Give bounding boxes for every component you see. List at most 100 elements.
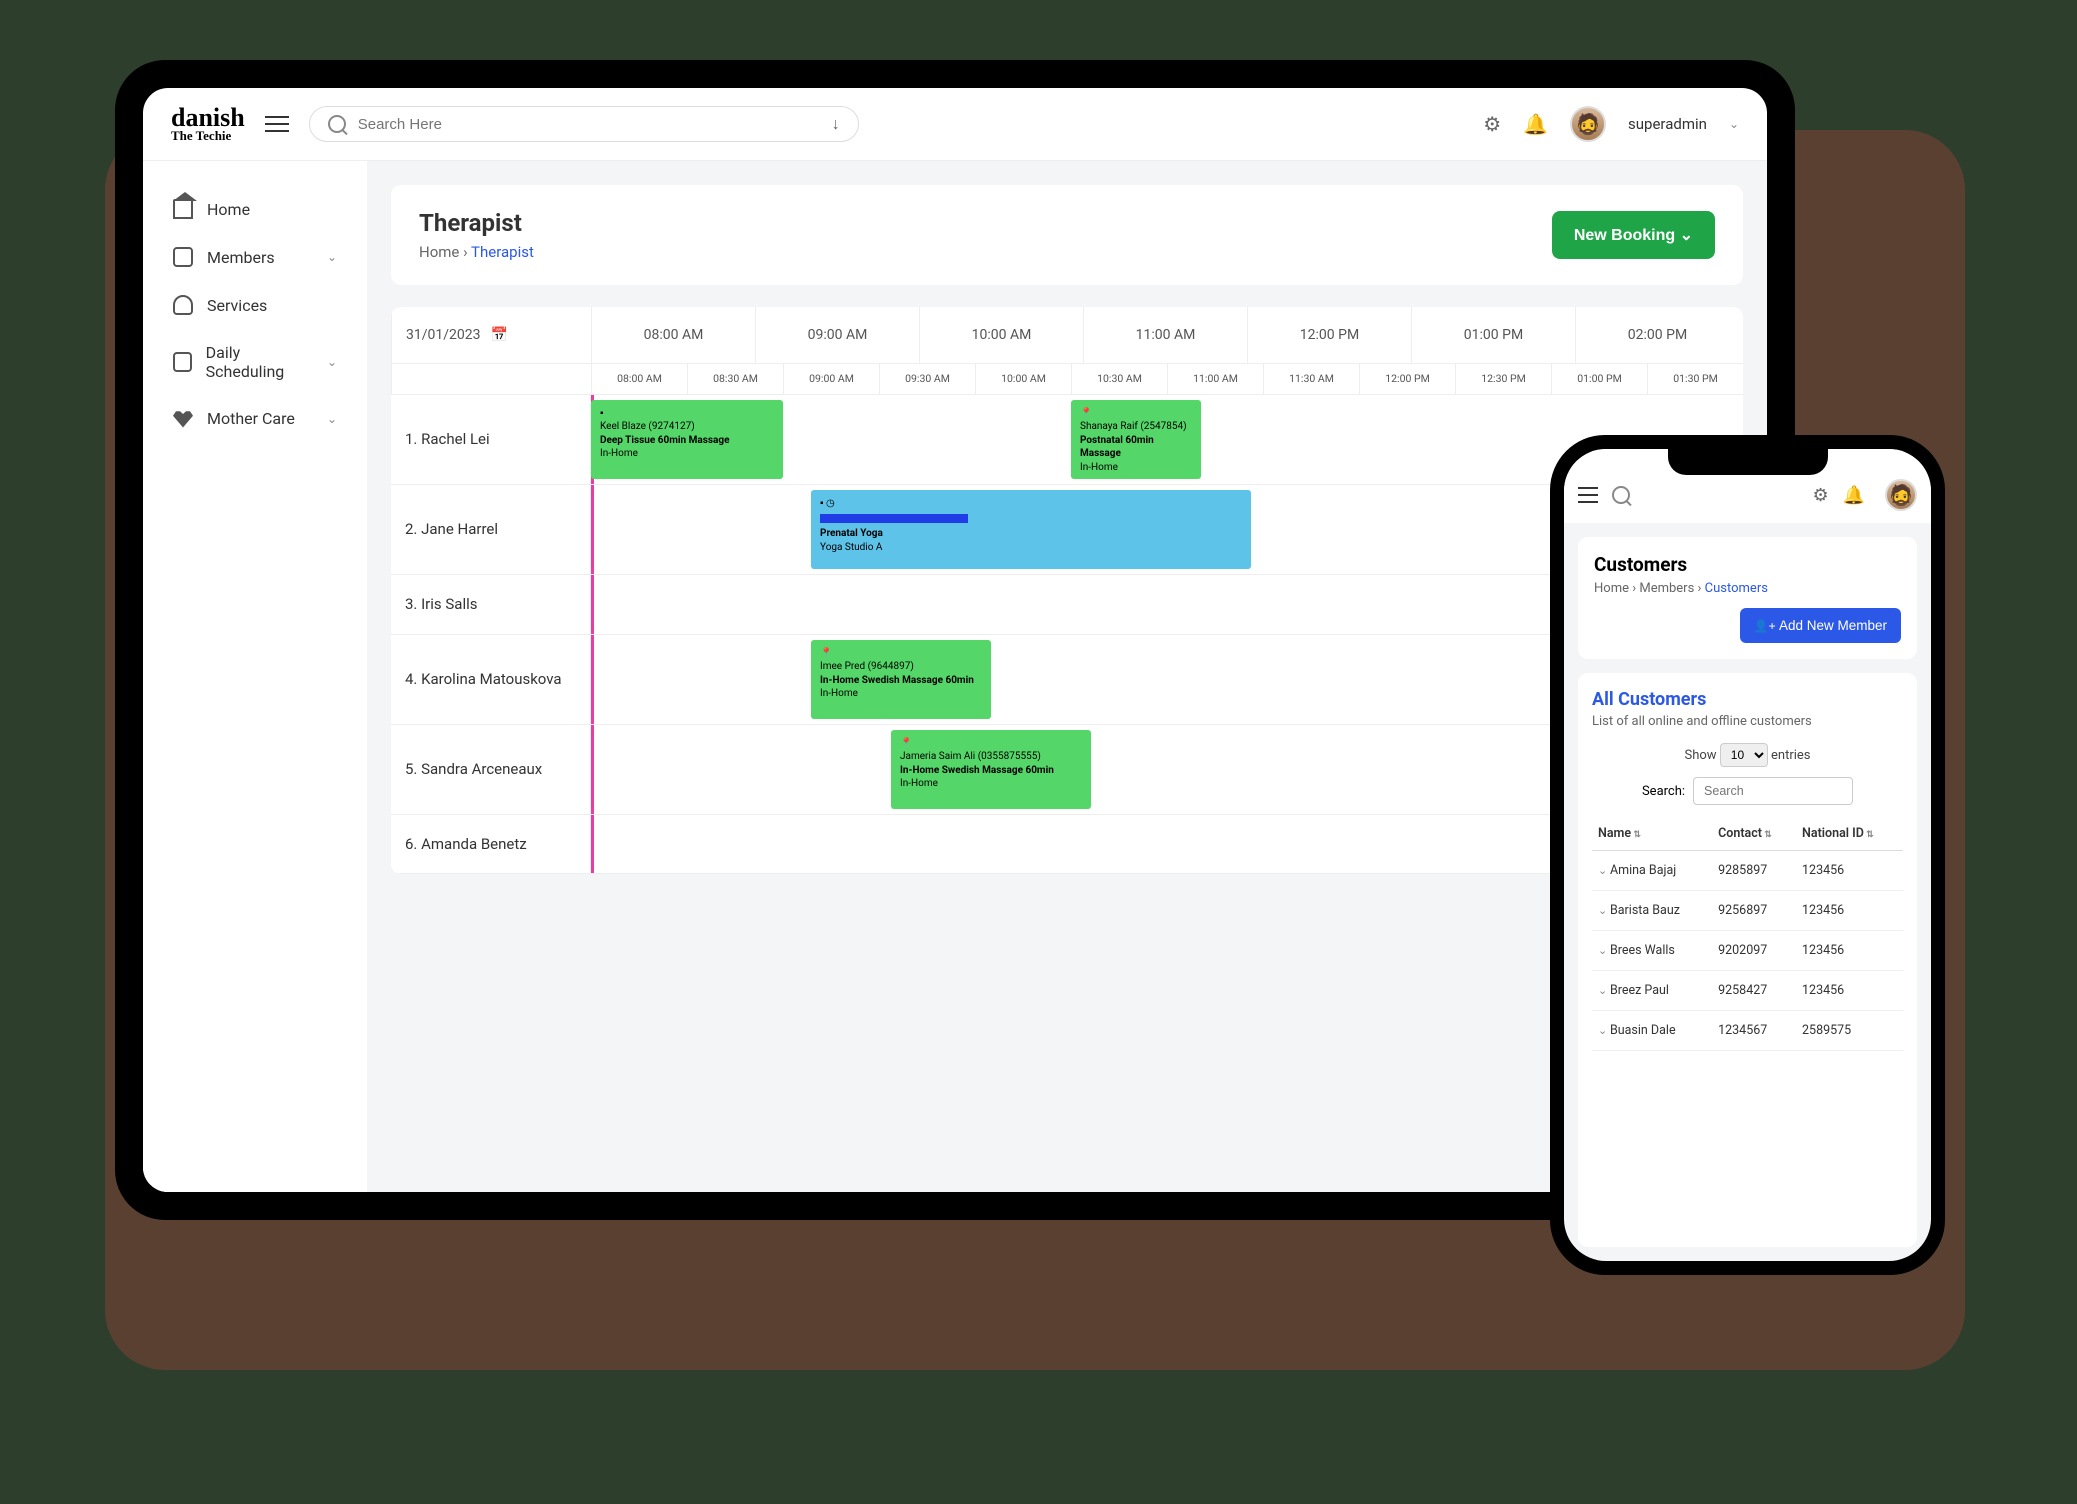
booking-event[interactable]: Shanaya Raif (2547854) Postnatal 60min M… (1071, 400, 1201, 479)
cell-contact: 1234567 (1712, 1011, 1796, 1051)
sidebar-item-home[interactable]: Home (157, 185, 353, 233)
avatar[interactable]: 🧔 (1570, 106, 1606, 142)
event-location: Yoga Studio A (820, 541, 1242, 555)
time-sub: 09:30 AM (879, 364, 975, 394)
phone-notch (1668, 449, 1828, 475)
table-row[interactable]: Amina Bajaj9285897123456 (1592, 851, 1903, 891)
time-sub: 01:00 PM (1551, 364, 1647, 394)
now-indicator (591, 725, 594, 814)
breadcrumb-home[interactable]: Home (419, 243, 459, 261)
time-header: 02:00 PM (1575, 307, 1739, 363)
members-icon (173, 247, 193, 267)
schedule-grid: 31/01/2023 08:00 AM 09:00 AM 10:00 AM 11… (391, 307, 1743, 874)
time-sub: 10:00 AM (975, 364, 1071, 394)
pin-icon (820, 647, 982, 661)
chevron-down-icon: ⌄ (327, 355, 337, 369)
table-search-input[interactable] (1693, 777, 1853, 805)
table-search: Search: (1592, 777, 1903, 805)
chevron-down-icon: ⌄ (327, 412, 337, 426)
menu-toggle-icon[interactable] (1578, 482, 1598, 508)
sidebar-item-mother-care[interactable]: Mother Care ⌄ (157, 395, 353, 442)
avatar[interactable]: 🧔 (1885, 479, 1917, 511)
col-contact[interactable]: Contact (1712, 817, 1796, 851)
time-header: 01:00 PM (1411, 307, 1575, 363)
breadcrumb-current: Customers (1705, 581, 1768, 596)
new-booking-button[interactable]: New Booking ⌄ (1552, 211, 1715, 259)
cell-contact: 9256897 (1712, 891, 1796, 931)
search-input[interactable] (358, 116, 820, 133)
sidebar-item-services[interactable]: Services (157, 281, 353, 329)
time-sub: 08:00 AM (591, 364, 687, 394)
entries-select[interactable]: 10 (1720, 743, 1768, 767)
card-title: All Customers (1592, 689, 1903, 710)
table-row[interactable]: Brees Walls9202097123456 (1592, 931, 1903, 971)
pin-icon (1080, 407, 1192, 421)
booking-event[interactable]: ▪ Keel Blaze (9274127) Deep Tissue 60min… (591, 400, 783, 479)
therapist-name: 3. Iris Salls (391, 575, 591, 634)
event-customer: Jameria Saim Ali (0355875555) (900, 750, 1082, 764)
cell-name: Buasin Dale (1592, 1011, 1712, 1051)
col-nid[interactable]: National ID (1796, 817, 1903, 851)
col-name[interactable]: Name (1592, 817, 1712, 851)
sidebar-item-members[interactable]: Members ⌄ (157, 233, 353, 281)
breadcrumb-members[interactable]: Members (1639, 581, 1694, 596)
services-icon (173, 295, 193, 315)
therapist-name: 1. Rachel Lei (391, 395, 591, 484)
breadcrumb: Home › Members › Customers (1594, 581, 1901, 596)
event-location: In-Home (820, 687, 982, 701)
sidebar-item-daily-scheduling[interactable]: Daily Scheduling ⌄ (157, 329, 353, 395)
therapist-name: 5. Sandra Arceneaux (391, 725, 591, 814)
logo: danish The Techie (171, 107, 245, 140)
add-member-button[interactable]: Add New Member (1740, 608, 1901, 643)
event-title: In-Home Swedish Massage 60min (820, 674, 982, 688)
phone-page-header: Customers Home › Members › Customers Add… (1578, 537, 1917, 659)
search-box[interactable]: ↓ (309, 106, 859, 142)
time-header: 12:00 PM (1247, 307, 1411, 363)
menu-toggle-icon[interactable] (265, 111, 289, 137)
card-subtitle: List of all online and offline customers (1592, 714, 1903, 729)
table-row[interactable]: Breez Paul9258427123456 (1592, 971, 1903, 1011)
time-sub: 12:00 PM (1359, 364, 1455, 394)
table-row[interactable]: Buasin Dale12345672589575 (1592, 1011, 1903, 1051)
cell-contact: 9202097 (1712, 931, 1796, 971)
bell-icon[interactable]: 🔔 (1843, 485, 1865, 506)
page-header: Therapist Home › Therapist New Booking ⌄ (391, 185, 1743, 285)
event-title: In-Home Swedish Massage 60min (900, 764, 1082, 778)
sidebar-item-label: Home (207, 200, 250, 219)
time-sub: 12:30 PM (1455, 364, 1551, 394)
table-row[interactable]: Barista Bauz9256897123456 (1592, 891, 1903, 931)
event-customer: Keel Blaze (9274127) (600, 420, 774, 434)
cell-name: Amina Bajaj (1592, 851, 1712, 891)
chevron-down-icon[interactable]: ⌄ (1729, 117, 1739, 131)
gear-icon[interactable]: ⚙ (1483, 112, 1501, 136)
search-icon[interactable] (1612, 486, 1630, 504)
booking-event[interactable]: Jameria Saim Ali (0355875555) In-Home Sw… (891, 730, 1091, 809)
booking-event[interactable]: ▪ ◷ Prenatal Yoga Yoga Studio A (811, 490, 1251, 569)
time-header: 09:00 AM (755, 307, 919, 363)
bell-icon[interactable]: 🔔 (1523, 112, 1548, 136)
gear-icon[interactable]: ⚙ (1812, 485, 1828, 506)
user-name[interactable]: superadmin (1628, 115, 1707, 133)
cell-contact: 9258427 (1712, 971, 1796, 1011)
schedule-row: 6. Amanda Benetz (391, 815, 1743, 874)
booking-event[interactable]: Imee Pred (9644897) In-Home Swedish Mass… (811, 640, 991, 719)
time-sub: 01:30 PM (1647, 364, 1743, 394)
cell-contact: 9285897 (1712, 851, 1796, 891)
page-title: Therapist (419, 209, 534, 237)
entries-selector: Show 10 entries (1592, 743, 1903, 767)
breadcrumb-home[interactable]: Home (1594, 581, 1629, 596)
cell-nid: 123456 (1796, 971, 1903, 1011)
search-icon (328, 115, 346, 133)
schedule-header-minor: 08:00 AM 08:30 AM 09:00 AM 09:30 AM 10:0… (391, 364, 1743, 395)
sidebar-item-label: Members (207, 248, 275, 267)
date-picker[interactable]: 31/01/2023 (391, 307, 591, 363)
event-location: In-Home (600, 447, 774, 461)
app-body: Home Members ⌄ Services Daily Scheduling… (143, 161, 1767, 1192)
sidebar: Home Members ⌄ Services Daily Scheduling… (143, 161, 367, 1192)
progress-bar (820, 514, 968, 523)
cell-nid: 123456 (1796, 851, 1903, 891)
cell-name: Barista Bauz (1592, 891, 1712, 931)
download-icon[interactable]: ↓ (832, 114, 840, 134)
breadcrumb: Home › Therapist (419, 243, 534, 261)
schedule-row: 1. Rachel Lei ▪ Keel Blaze (9274127) Dee… (391, 395, 1743, 485)
